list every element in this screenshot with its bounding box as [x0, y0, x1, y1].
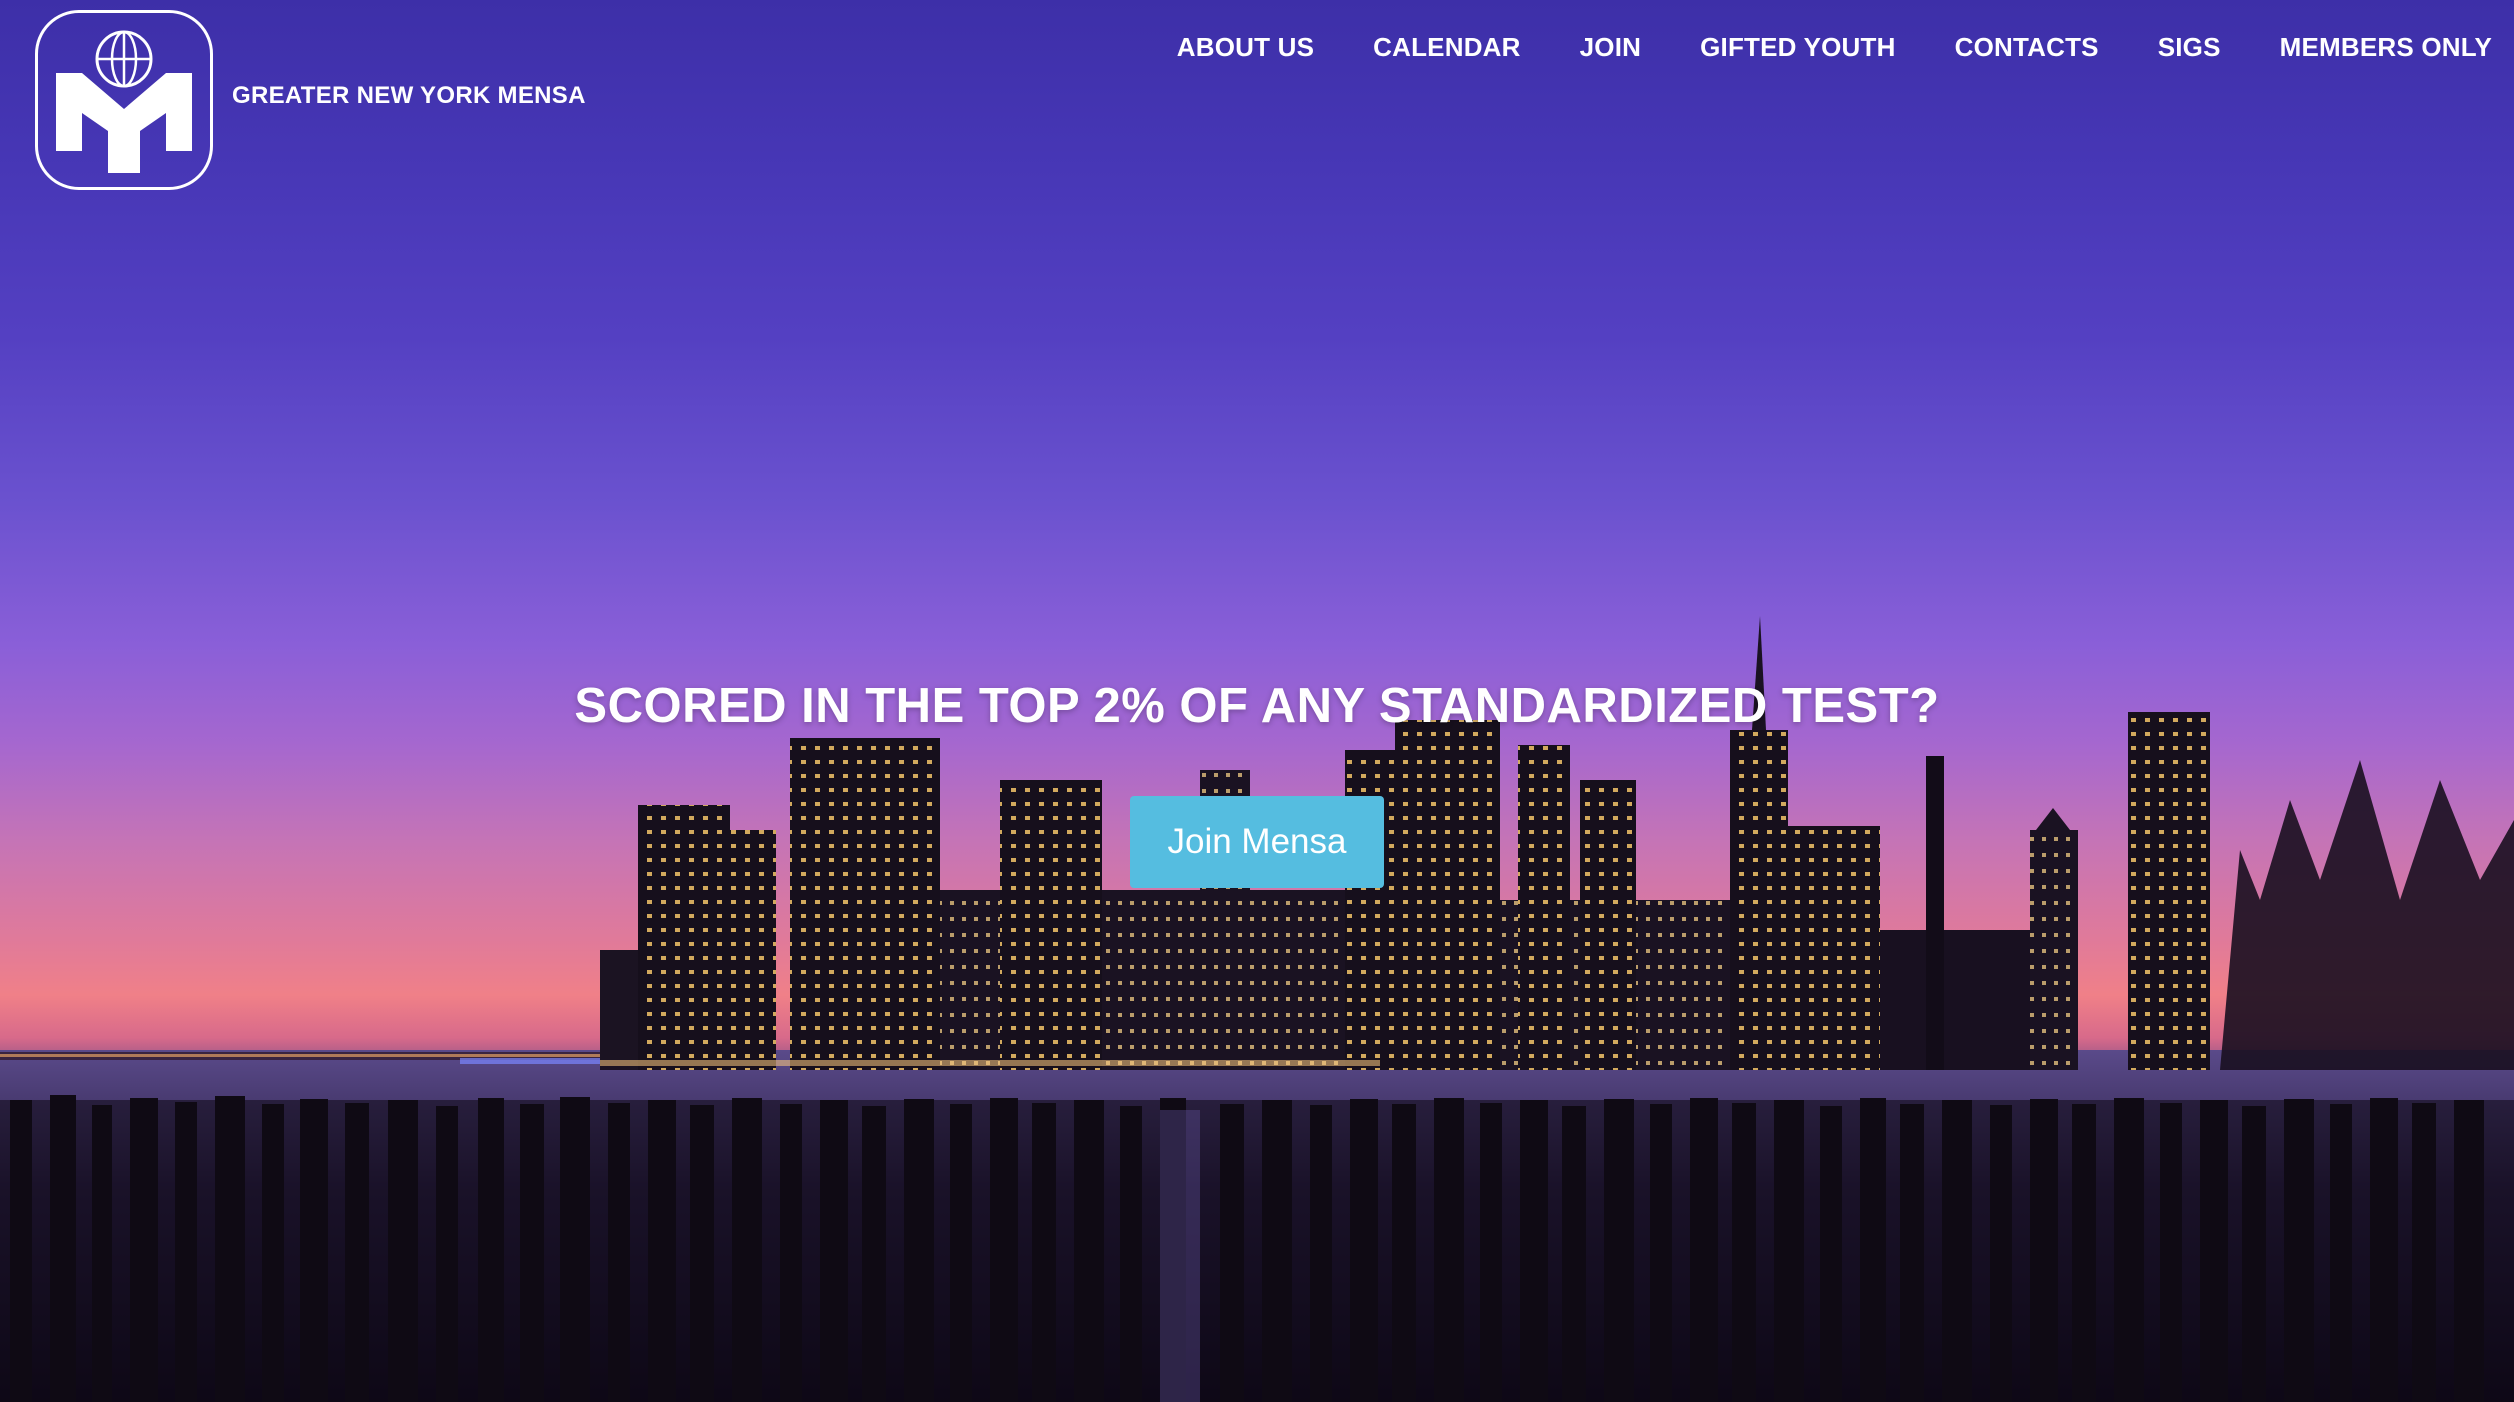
- main-nav: ABOUT US CALENDAR JOIN GIFTED YOUTH CONT…: [1118, 30, 2492, 64]
- nav-members-only[interactable]: MEMBERS ONLY: [2280, 30, 2492, 64]
- nav-gifted-youth[interactable]: GIFTED YOUTH: [1700, 30, 1895, 64]
- hero-section: GREATER NEW YORK MENSA ABOUT US CALENDAR…: [0, 0, 2514, 1402]
- org-name[interactable]: GREATER NEW YORK MENSA: [232, 82, 586, 110]
- nav-about-us[interactable]: ABOUT US: [1177, 30, 1314, 64]
- nav-contacts[interactable]: CONTACTS: [1955, 30, 2099, 64]
- mensa-logo-icon[interactable]: [35, 10, 213, 190]
- nav-join[interactable]: JOIN: [1580, 30, 1641, 64]
- hero-headline: SCORED IN THE TOP 2% OF ANY STANDARDIZED…: [574, 679, 1940, 733]
- nav-calendar[interactable]: CALENDAR: [1373, 30, 1520, 64]
- join-mensa-button[interactable]: Join Mensa: [1130, 796, 1384, 888]
- nav-sigs[interactable]: SIGS: [2158, 30, 2221, 64]
